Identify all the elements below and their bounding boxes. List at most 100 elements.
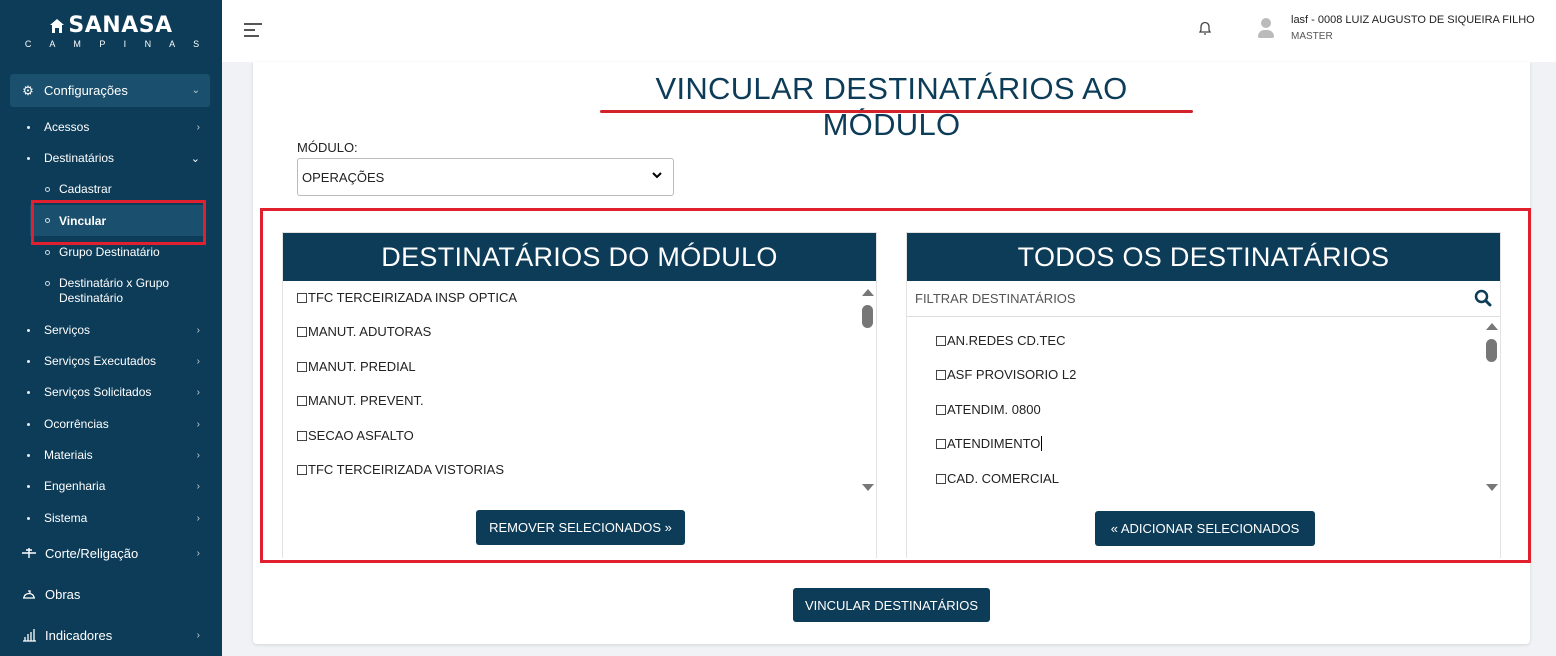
scroll-thumb[interactable] <box>862 305 873 328</box>
bullet-icon <box>27 359 30 363</box>
checkbox[interactable] <box>936 473 946 484</box>
circle-icon <box>45 187 50 192</box>
module-recipients-list: TFC TERCEIRIZADA INSP OPTICA MANUT. ADUT… <box>283 281 857 491</box>
scrollbar[interactable] <box>859 285 875 495</box>
sidebar-subitem-grupo-destinatario[interactable]: Grupo Destinatário <box>0 245 222 259</box>
sidebar-item-corte-religacao[interactable]: Corte/Religação › <box>0 540 222 566</box>
module-recipients-panel: DESTINATÁRIOS DO MÓDULO TFC TERCEIRIZADA… <box>282 232 877 558</box>
bullet-icon <box>27 125 30 129</box>
chart-icon <box>21 627 37 643</box>
sidebar-item-label: Serviços Executados <box>44 354 157 368</box>
checkbox[interactable] <box>936 404 946 415</box>
remove-selected-button[interactable]: REMOVER SELECIONADOS » <box>476 510 685 545</box>
chevron-right-icon: › <box>196 449 200 461</box>
chevron-right-icon: › <box>196 512 200 524</box>
chevron-down-icon <box>651 169 663 184</box>
link-recipients-button[interactable]: VINCULAR DESTINATÁRIOS <box>793 588 990 622</box>
scroll-thumb[interactable] <box>1486 339 1497 362</box>
chevron-right-icon: › <box>196 547 200 559</box>
bullet-icon <box>27 156 30 160</box>
checkbox[interactable] <box>297 326 307 337</box>
sidebar-item-acessos[interactable]: Acessos › <box>0 116 222 138</box>
sidebar-item-indicadores[interactable]: Indicadores › <box>0 622 222 648</box>
hamburger-menu-icon[interactable] <box>244 23 262 37</box>
scroll-up-arrow-icon[interactable] <box>862 289 874 296</box>
checkbox[interactable] <box>936 438 946 449</box>
sidebar: SANASA C A M P I N A S ⚙ Configurações ⌄… <box>0 0 222 656</box>
scroll-up-arrow-icon[interactable] <box>1486 323 1498 330</box>
checkbox[interactable] <box>297 430 307 441</box>
sidebar-nav: ⚙ Configurações ⌄ <box>0 74 222 107</box>
sidebar-item-label: Destinatários <box>44 151 115 165</box>
sidebar-item-label: Engenharia <box>44 479 106 493</box>
sidebar-item-label: Ocorrências <box>44 417 109 431</box>
top-header: lasf - 0008 LUIZ AUGUSTO DE SIQUEIRA FIL… <box>222 0 1556 62</box>
sidebar-item-obras[interactable]: Obras <box>0 581 222 607</box>
checkbox[interactable] <box>297 464 307 475</box>
logo-subtitle: C A M P I N A S <box>24 39 208 49</box>
sidebar-item-sistema[interactable]: Sistema › <box>0 507 222 529</box>
chevron-right-icon: › <box>196 355 200 367</box>
all-recipients-panel: TODOS OS DESTINATÁRIOS FILTRAR DESTINATÁ… <box>906 232 1501 558</box>
sidebar-subitem-cadastrar[interactable]: Cadastrar <box>0 182 222 196</box>
logo[interactable]: SANASA C A M P I N A S <box>0 0 222 62</box>
page-title: VINCULAR DESTINATÁRIOS AO MÓDULO <box>655 71 1128 142</box>
sidebar-item-destinatarios[interactable]: Destinatários ⌄ <box>0 147 222 169</box>
title-underline <box>600 110 1193 113</box>
tap-icon <box>21 545 37 561</box>
gear-icon: ⚙ <box>22 82 34 98</box>
list-item[interactable]: ATENDIM. 0800 <box>936 402 1041 417</box>
sidebar-item-engenharia[interactable]: Engenharia › <box>0 475 222 497</box>
list-item[interactable]: TFC TERCEIRIZADA VISTORIAS <box>297 462 504 477</box>
sidebar-subitem-label: Cadastrar <box>59 182 112 196</box>
sidebar-item-servicos-solicitados[interactable]: Serviços Solicitados › <box>0 381 222 403</box>
checkbox[interactable] <box>936 369 946 380</box>
circle-icon <box>45 281 50 286</box>
scrollbar[interactable] <box>1483 319 1499 495</box>
sidebar-item-servicos-executados[interactable]: Serviços Executados › <box>0 350 222 372</box>
highlight-box <box>31 200 206 245</box>
list-item[interactable]: CAD. COMERCIAL <box>936 471 1059 486</box>
sidebar-item-servicos[interactable]: Serviços › <box>0 319 222 341</box>
scroll-down-arrow-icon[interactable] <box>1486 484 1498 491</box>
checkbox[interactable] <box>297 292 307 303</box>
list-item[interactable]: TFC TERCEIRIZADA INSP OPTICA <box>297 290 517 305</box>
list-item[interactable]: ASF PROVISORIO L2 <box>936 367 1076 382</box>
chevron-right-icon: › <box>196 386 200 398</box>
bullet-icon <box>27 453 30 457</box>
list-item[interactable]: AN.REDES CD.TEC <box>936 333 1065 348</box>
sidebar-item-materiais[interactable]: Materiais › <box>0 444 222 466</box>
panel-title: DESTINATÁRIOS DO MÓDULO <box>283 233 876 281</box>
sidebar-subitem-destinatario-x-grupo[interactable]: Destinatário x Grupo Destinatário <box>0 276 222 306</box>
chevron-right-icon: › <box>196 121 200 133</box>
list-item[interactable]: ATENDIMENTO <box>936 436 1043 451</box>
list-item[interactable]: MANUT. ADUTORAS <box>297 324 431 339</box>
sidebar-item-label: Materiais <box>44 448 93 462</box>
add-selected-button[interactable]: « ADICIONAR SELECIONADOS <box>1095 511 1315 546</box>
modulo-select[interactable]: OPERAÇÕES <box>297 158 674 196</box>
bullet-icon <box>27 328 30 332</box>
sidebar-item-configuracoes[interactable]: ⚙ Configurações ⌄ <box>10 74 210 107</box>
modulo-label: MÓDULO: <box>297 140 358 155</box>
list-item[interactable]: SECAO ASFALTO <box>297 428 414 443</box>
helmet-icon <box>21 586 37 602</box>
sidebar-item-ocorrencias[interactable]: Ocorrências › <box>0 413 222 435</box>
filter-input[interactable]: FILTRAR DESTINATÁRIOS <box>907 281 1500 317</box>
checkbox[interactable] <box>297 361 307 372</box>
scroll-down-arrow-icon[interactable] <box>862 484 874 491</box>
house-icon <box>50 18 65 33</box>
search-icon[interactable] <box>1474 289 1492 307</box>
list-item[interactable]: MANUT. PREVENT. <box>297 393 424 408</box>
bullet-icon <box>27 422 30 426</box>
checkbox[interactable] <box>297 395 307 406</box>
bell-icon[interactable] <box>1198 20 1212 41</box>
chevron-down-icon: ⌄ <box>191 85 200 96</box>
sidebar-item-label: Serviços Solicitados <box>44 385 152 399</box>
list-item[interactable]: MANUT. PREDIAL <box>297 359 416 374</box>
chevron-down-icon: ⌄ <box>190 152 200 165</box>
panel-title: TODOS OS DESTINATÁRIOS <box>907 233 1500 281</box>
filter-placeholder: FILTRAR DESTINATÁRIOS <box>915 291 1076 306</box>
avatar[interactable] <box>1256 18 1276 40</box>
checkbox[interactable] <box>936 335 946 346</box>
sidebar-item-label: Corte/Religação <box>45 545 139 561</box>
